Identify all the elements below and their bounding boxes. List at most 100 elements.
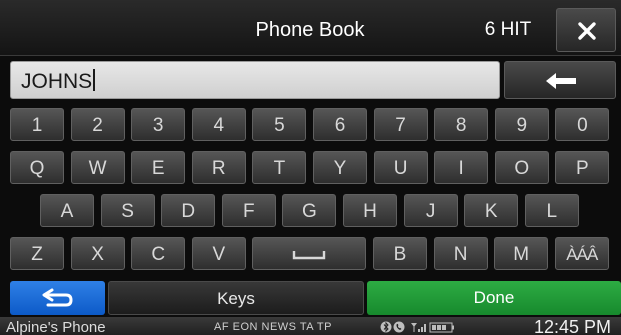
space-bar-icon xyxy=(293,250,326,260)
text-caret xyxy=(93,69,96,91)
key-t[interactable]: T xyxy=(252,151,307,184)
key-v[interactable]: V xyxy=(191,237,246,270)
key-label: F xyxy=(242,201,255,222)
key-label: R xyxy=(211,158,226,179)
key-label: G xyxy=(302,201,317,222)
key-3[interactable]: 3 xyxy=(131,108,186,141)
key-a[interactable]: A xyxy=(40,194,94,227)
hit-count: 6 HIT xyxy=(484,19,532,40)
key-label: E xyxy=(151,158,165,179)
search-input[interactable]: JOHNS xyxy=(10,61,500,99)
key-label: X xyxy=(91,244,104,265)
key-label: Q xyxy=(29,158,45,179)
key-label: 1 xyxy=(31,115,43,136)
rds-indicators: AF EON NEWS TA TP xyxy=(214,321,332,333)
key-label: A xyxy=(60,201,74,222)
key-x[interactable]: X xyxy=(70,237,125,270)
close-button[interactable] xyxy=(556,8,616,52)
key-p[interactable]: P xyxy=(555,151,610,184)
close-icon xyxy=(578,22,596,40)
backspace-button[interactable] xyxy=(504,61,616,99)
key-label: D xyxy=(181,201,196,222)
key-label: S xyxy=(121,201,134,222)
key-8[interactable]: 8 xyxy=(434,108,489,141)
search-input-value: JOHNS xyxy=(21,70,93,93)
key-o[interactable]: O xyxy=(494,151,549,184)
phone-icon xyxy=(393,321,405,333)
key-1[interactable]: 1 xyxy=(10,108,64,141)
key-space[interactable] xyxy=(252,237,367,270)
status-bar: Alpine's Phone AF EON NEWS TA TP 12:45 P… xyxy=(0,317,621,335)
key-b[interactable]: B xyxy=(373,237,427,270)
key-label: H xyxy=(363,201,377,222)
key-label: 9 xyxy=(516,115,528,136)
key-u[interactable]: U xyxy=(373,151,428,184)
key-r[interactable]: R xyxy=(191,151,246,184)
key-label: P xyxy=(576,158,589,179)
page-title: Phone Book xyxy=(255,19,365,41)
key-f[interactable]: F xyxy=(221,194,276,227)
key-label: U xyxy=(393,158,408,179)
key-label: 3 xyxy=(152,115,164,136)
key-4[interactable]: 4 xyxy=(191,108,246,141)
key-i[interactable]: I xyxy=(434,151,489,184)
key-label: 5 xyxy=(274,115,285,136)
key-label: W xyxy=(88,158,107,179)
key-7[interactable]: 7 xyxy=(373,108,428,141)
phonebook-screen: Phone Book 6 HIT JOHNS 1234567890QWERTYU… xyxy=(0,0,621,335)
key-g[interactable]: G xyxy=(282,194,337,227)
key-m[interactable]: M xyxy=(494,237,549,270)
title-bar: Phone Book 6 HIT xyxy=(0,0,621,56)
key-5[interactable]: 5 xyxy=(252,108,307,141)
return-arrow-icon xyxy=(42,288,73,307)
key-z[interactable]: Z xyxy=(10,237,64,270)
key-label: O xyxy=(514,158,530,179)
key-6[interactable]: 6 xyxy=(313,108,367,141)
key-label: 0 xyxy=(577,115,588,136)
battery-icon xyxy=(429,322,454,333)
key-h[interactable]: H xyxy=(343,194,397,227)
key-label: M xyxy=(513,244,530,265)
key-label: V xyxy=(212,244,226,265)
key-label: ÀÁÂ xyxy=(566,245,598,264)
signal-icon xyxy=(411,323,426,332)
key-label: 2 xyxy=(92,115,103,136)
bluetooth-icon xyxy=(380,321,392,333)
key-j[interactable]: J xyxy=(403,194,458,227)
key-d[interactable]: D xyxy=(161,194,216,227)
key-q[interactable]: Q xyxy=(10,151,64,184)
key-n[interactable]: N xyxy=(433,237,488,270)
key-accents[interactable]: ÀÁÂ xyxy=(554,237,609,270)
key-s[interactable]: S xyxy=(100,194,155,227)
connection-status-icons xyxy=(380,321,454,333)
keys-button[interactable]: Keys xyxy=(108,281,364,315)
key-label: K xyxy=(484,201,498,222)
key-label: B xyxy=(393,244,407,265)
key-e[interactable]: E xyxy=(131,151,186,184)
key-w[interactable]: W xyxy=(70,151,125,184)
connected-device-name: Alpine's Phone xyxy=(6,319,106,335)
key-label: J xyxy=(425,201,436,222)
key-c[interactable]: C xyxy=(131,237,186,270)
key-label: 4 xyxy=(213,115,225,136)
key-label: L xyxy=(546,201,558,222)
key-9[interactable]: 9 xyxy=(494,108,549,141)
key-label: C xyxy=(151,244,166,265)
key-label: T xyxy=(273,158,286,179)
key-label: 7 xyxy=(395,115,406,136)
key-0[interactable]: 0 xyxy=(555,108,610,141)
back-button[interactable] xyxy=(10,281,105,315)
clock: 12:45 PM xyxy=(534,317,612,335)
key-label: I xyxy=(458,158,464,179)
key-label: Y xyxy=(333,158,347,179)
key-label: 6 xyxy=(334,115,346,136)
done-button[interactable]: Done xyxy=(367,281,621,315)
key-label: N xyxy=(453,244,468,265)
key-label: 8 xyxy=(455,115,467,136)
left-arrow-icon xyxy=(546,73,576,89)
key-2[interactable]: 2 xyxy=(70,108,125,141)
key-y[interactable]: Y xyxy=(313,151,367,184)
key-l[interactable]: L xyxy=(524,194,579,227)
key-label: Z xyxy=(31,244,43,265)
key-k[interactable]: K xyxy=(464,194,519,227)
